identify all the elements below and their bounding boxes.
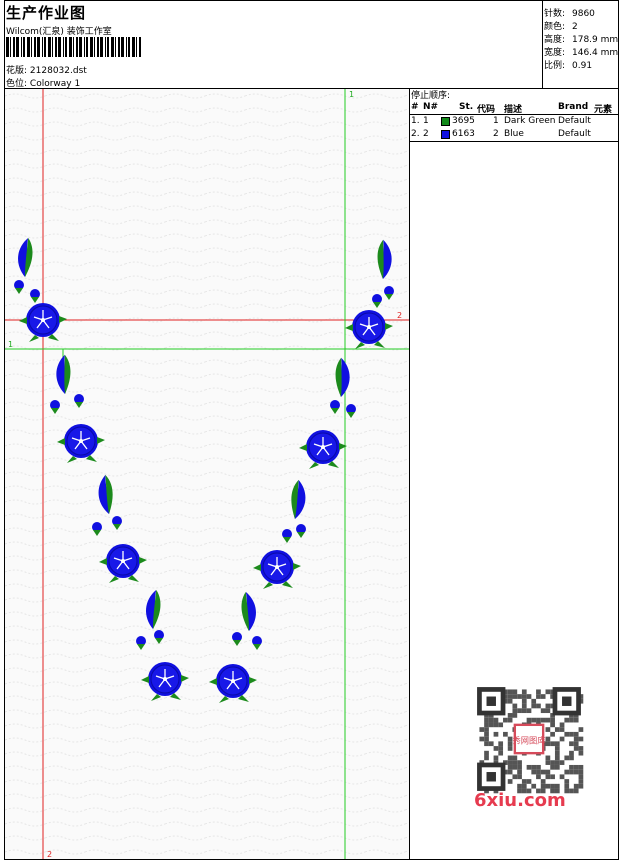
guide-label-red-bottom: 2	[47, 850, 52, 859]
col-stitches: St.	[459, 102, 474, 112]
stat-width: 宽度: 146.4 mm	[544, 48, 619, 58]
page-title: 生产作业图	[6, 4, 87, 22]
guide-label-green-top: 1	[349, 90, 354, 99]
design-line: 花版: 2128032.dst	[6, 63, 87, 76]
color-swatch	[441, 117, 450, 126]
stat-stitches: 针数: 9860	[544, 9, 595, 19]
col-index: #	[411, 102, 419, 112]
qr-code-watermark: 秀网图库	[470, 680, 588, 798]
header-underline	[410, 114, 618, 115]
watermark-text: 6xiu.com	[474, 790, 566, 811]
col-n: N#	[423, 102, 439, 112]
stop-sequence-title: 停止顺序:	[411, 91, 451, 101]
svg-text:秀网图库: 秀网图库	[513, 736, 546, 746]
stat-scale: 比例: 0.91	[544, 61, 593, 71]
stat-colors: 颜色: 2	[544, 22, 578, 32]
company-name: Wilcom(汇泉) 装饰工作室	[6, 27, 112, 37]
embroidery-preview: 1 1 2 2	[5, 89, 409, 859]
design-canvas[interactable]: 1 1 2 2	[4, 88, 410, 860]
color-swatch	[441, 130, 450, 139]
stop-sequence-divider	[409, 141, 619, 142]
guide-label-red-right: 2	[397, 311, 402, 320]
stat-height: 高度: 178.9 mm	[544, 35, 619, 45]
table-row[interactable]: 2. 2 6163 2 Blue Default	[411, 129, 619, 141]
col-brand: Brand	[558, 102, 589, 112]
design-value: 2128032.dst	[29, 66, 87, 76]
barcode	[6, 37, 141, 57]
guide-label-green-left: 1	[8, 340, 13, 349]
design-label: 花版:	[6, 66, 28, 76]
table-row[interactable]: 1. 1 3695 1 Dark Green Default	[411, 116, 619, 128]
stop-sequence-header: # N# St. 代码 描述 Brand 元素	[411, 102, 619, 115]
